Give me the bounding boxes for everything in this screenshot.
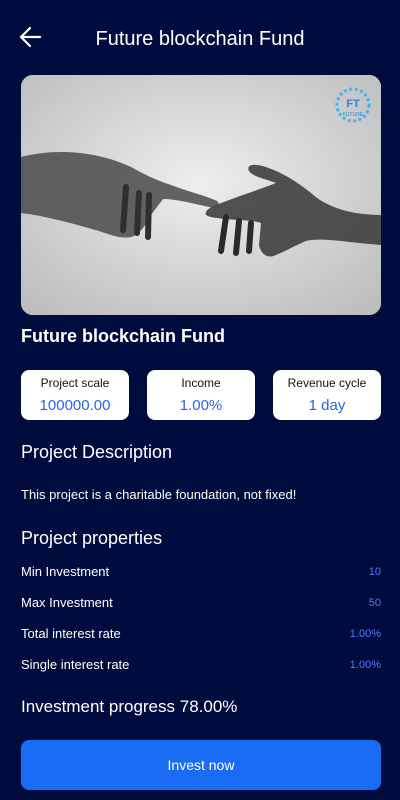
property-label: Single interest rate [21, 657, 130, 672]
property-label: Min Investment [21, 564, 110, 579]
stat-value: 100000.00 [39, 397, 111, 414]
svg-text:FUTURE: FUTURE [343, 112, 364, 118]
properties-title: Project properties [21, 528, 163, 548]
property-row-min-investment: Min Investment 10 [21, 564, 381, 584]
fund-name: Future blockchain Fund [21, 326, 226, 346]
property-row-max-investment: Max Investment 50 [21, 595, 381, 615]
description-text: This project is a charitable foundation,… [21, 487, 297, 502]
property-value: 1.00% [349, 628, 381, 640]
description-title: Project Description [21, 442, 173, 462]
property-value: 50 [368, 597, 381, 609]
svg-text:FT: FT [346, 98, 360, 110]
stat-label: Project scale [40, 376, 110, 390]
stat-label: Income [181, 376, 221, 390]
ft-future-logo: FT FUTURE [333, 85, 373, 125]
invest-now-button[interactable]: Invest now [21, 740, 381, 790]
stat-label: Revenue cycle [287, 376, 367, 390]
stat-value: 1 day [308, 397, 346, 414]
property-label: Max Investment [21, 595, 113, 610]
property-row-single-interest-rate: Single interest rate 1.00% [21, 657, 381, 677]
hero-image: FT FUTURE [21, 75, 381, 315]
stat-revenue-cycle: Revenue cycle 1 day [273, 370, 381, 420]
property-label: Total interest rate [21, 626, 121, 641]
stat-project-scale: Project scale 100000.00 [21, 370, 129, 420]
property-row-total-interest-rate: Total interest rate 1.00% [21, 626, 381, 646]
header: Future blockchain Fund [0, 0, 400, 78]
page-title: Future blockchain Fund [95, 28, 305, 50]
stat-value: 1.00% [179, 397, 223, 414]
property-value: 1.00% [349, 659, 381, 671]
investment-progress: Investment progress 78.00% [21, 697, 238, 716]
property-value: 10 [368, 566, 381, 578]
stat-income: Income 1.00% [147, 370, 255, 420]
